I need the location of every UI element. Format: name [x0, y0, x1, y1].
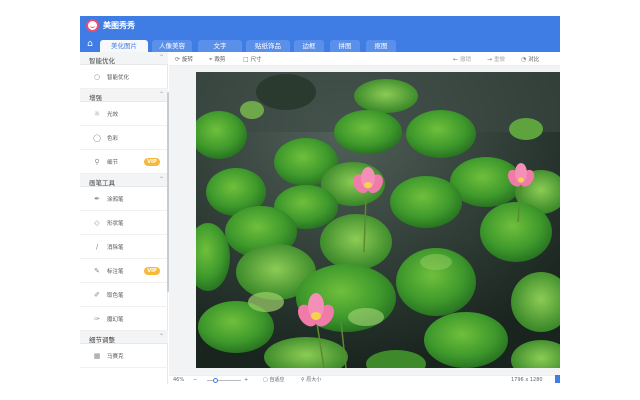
tab-stickers[interactable]: 贴纸饰品: [246, 40, 290, 52]
mosaic-icon: ▦: [93, 352, 101, 360]
sidebar-item-label: 智能优化: [107, 75, 130, 81]
left-sidebar: 智能优化 ⌃ ○ 智能优化 增强 ⌃ ☼ 光效 ◯ 色彩 ⚲ 细节 VIP 画笔…: [80, 52, 169, 384]
sidebar-item-label: 魔幻笔: [107, 317, 124, 323]
marker-icon: ✎: [94, 267, 100, 275]
zoom-level: 46%: [173, 377, 185, 383]
magnifier-icon: ⚲: [94, 158, 100, 166]
vip-badge: VIP: [144, 267, 160, 275]
tab-portrait[interactable]: 人像美容: [152, 40, 192, 52]
original-size-label: 原大小: [306, 377, 322, 383]
crop-button[interactable]: ⌖ 裁剪: [209, 55, 225, 64]
app-title: 美图秀秀: [103, 21, 135, 30]
sidebar-item-label: 消除笔: [107, 245, 124, 251]
rotate-icon: ⟳: [175, 56, 181, 63]
fit-label: 自适应: [269, 377, 285, 383]
redo-label: 重做: [494, 57, 506, 63]
lotus-pond-photo: [196, 72, 560, 368]
sidebar-item-marker-pen[interactable]: ✎ 标注笔 VIP: [80, 259, 168, 283]
compare-button[interactable]: ◔ 对比: [521, 55, 560, 64]
sidebar-item-eyedropper-pen[interactable]: ✐ 取色笔: [80, 283, 168, 307]
resize-icon: □: [243, 56, 249, 63]
sidebar-item-mosaic[interactable]: ▦ 马赛克: [80, 344, 168, 368]
sidebar-item-shape-pen[interactable]: ◇ 形状笔: [80, 211, 168, 235]
sidebar-item-eraser-pen[interactable]: ∕ 消除笔: [80, 235, 168, 259]
chevron-up-icon: ⌃: [158, 54, 164, 61]
undo-icon: ←: [453, 56, 459, 63]
chevron-up-icon: ⌃: [158, 91, 164, 98]
undo-button[interactable]: ← 撤销: [453, 55, 471, 64]
sidebar-item-label: 光效: [107, 112, 119, 118]
resize-label: 尺寸: [250, 57, 262, 63]
section-title: 细节调整: [89, 336, 115, 344]
redo-icon: →: [487, 56, 493, 63]
home-icon[interactable]: ⌂: [85, 39, 95, 50]
app-logo-icon: [86, 19, 99, 32]
palette-icon: ◯: [93, 134, 101, 142]
tab-cutout[interactable]: 抠图: [366, 40, 396, 52]
sidebar-item-doodle-pen[interactable]: ✒ 涂鸦笔: [80, 187, 168, 211]
image-dimensions: 1796 x 1280: [511, 377, 543, 383]
rotate-button[interactable]: ⟳ 旋转: [175, 55, 193, 64]
sidebar-item-color[interactable]: ◯ 色彩: [80, 126, 168, 150]
tab-text[interactable]: 文字: [198, 40, 242, 52]
sidebar-item-label: 细节: [107, 160, 119, 166]
sidebar-item-label: 马赛克: [107, 354, 124, 360]
eyedropper-icon: ✐: [94, 291, 100, 299]
compare-icon: ◔: [521, 56, 527, 63]
sidebar-item-smart-optimize[interactable]: ○ 智能优化: [80, 65, 168, 89]
lotus-pond-image: [196, 72, 560, 368]
sidebar-item-label: 形状笔: [107, 221, 124, 227]
section-title: 画笔工具: [89, 179, 115, 187]
sun-icon: ☼: [93, 110, 101, 118]
sidebar-item-magic-pen[interactable]: ✑ 魔幻笔: [80, 307, 168, 331]
section-brush-tools[interactable]: 画笔工具 ⌃: [80, 174, 168, 187]
magic-pen-icon: ✑: [94, 315, 100, 323]
compare-label: 对比: [528, 57, 540, 63]
sidebar-item-label: 取色笔: [107, 293, 124, 299]
sidebar-item-label: 色彩: [107, 136, 119, 142]
sidebar-item-light[interactable]: ☼ 光效: [80, 102, 168, 126]
section-smart-optimize[interactable]: 智能优化 ⌃: [80, 52, 168, 65]
zoom-slider-handle[interactable]: [213, 378, 218, 383]
image-canvas[interactable]: [169, 66, 560, 375]
status-bar: 46% − + ▢ 自适应 ⚲ 原大小 1796 x 1280: [169, 375, 560, 384]
tab-frames[interactable]: 边框: [294, 40, 324, 52]
section-title: 智能优化: [89, 57, 115, 65]
tab-beautify[interactable]: 美化图片: [100, 40, 148, 52]
sidebar-item-label: 标注笔: [107, 269, 124, 275]
section-enhance[interactable]: 增强 ⌃: [80, 89, 168, 102]
chevron-up-icon: ⌃: [158, 333, 164, 340]
crop-icon: ⌖: [209, 56, 213, 63]
side-panel-toggle[interactable]: [555, 375, 560, 383]
sidebar-item-detail[interactable]: ⚲ 细节 VIP: [80, 150, 168, 174]
bulb-icon: ○: [93, 73, 101, 81]
tab-collage[interactable]: 拼图: [330, 40, 360, 52]
section-detail-adjust[interactable]: 细节调整 ⌃: [80, 331, 168, 344]
vip-badge: VIP: [144, 158, 160, 166]
fit-button[interactable]: ▢ 自适应: [263, 377, 284, 384]
zoom-in-icon[interactable]: +: [244, 377, 248, 384]
chevron-up-icon: ⌃: [158, 176, 164, 183]
original-size-button[interactable]: ⚲ 原大小: [301, 377, 321, 384]
brush-icon: ✒: [94, 195, 100, 203]
title-bar: 美图秀秀: [80, 16, 560, 36]
redo-button[interactable]: → 重做: [487, 55, 505, 64]
rotate-label: 旋转: [182, 57, 194, 63]
shape-pen-icon: ◇: [94, 219, 100, 227]
undo-label: 撤销: [460, 57, 472, 63]
resize-button[interactable]: □ 尺寸: [243, 55, 262, 64]
sidebar-item-label: 涂鸦笔: [107, 197, 124, 203]
eraser-icon: ∕: [95, 243, 99, 251]
app-window: 美图秀秀 ⌂ 美化图片 人像美容 文字 贴纸饰品 边框 拼图 抠图 智能优化 ⌃…: [80, 16, 560, 384]
section-title: 增强: [89, 94, 102, 102]
zoom-out-icon[interactable]: −: [193, 377, 197, 384]
main-tab-bar: ⌂ 美化图片 人像美容 文字 贴纸饰品 边框 拼图 抠图: [80, 36, 560, 52]
crop-label: 裁剪: [214, 57, 226, 63]
edit-toolbar: ⟳ 旋转 ⌖ 裁剪 □ 尺寸 ← 撤销 → 重做 ◔ 对比: [169, 52, 560, 66]
